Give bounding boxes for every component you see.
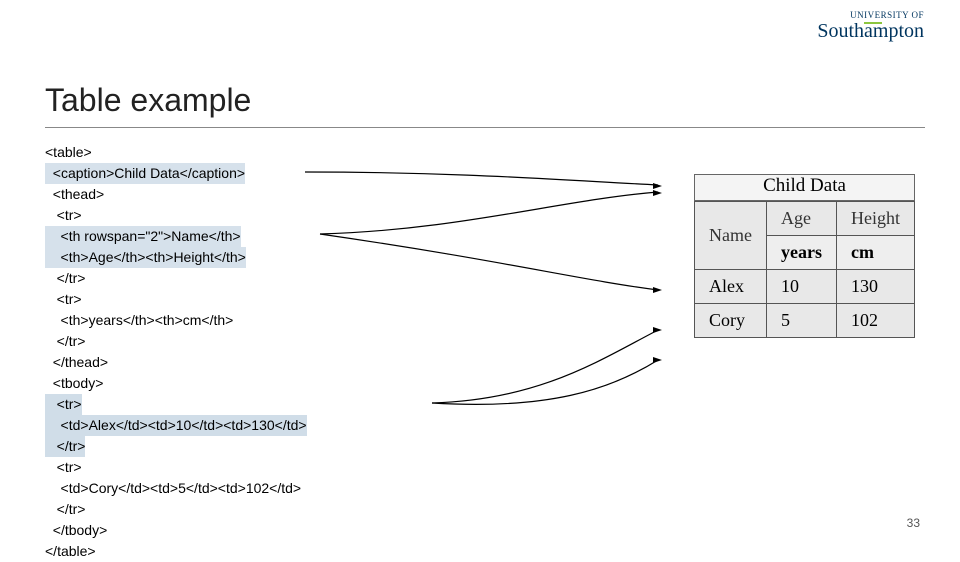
cell-name: Alex <box>695 270 767 304</box>
code-line: <tr> <box>45 457 82 478</box>
logo-accent-dash <box>864 22 882 24</box>
code-line: </tr> <box>45 499 85 520</box>
code-line: </tr> <box>45 268 85 289</box>
code-line-caption: <caption>Child Data</caption> <box>45 163 245 184</box>
th-height-unit: cm <box>837 236 915 270</box>
code-line: </table> <box>45 541 96 562</box>
cell-age: 5 <box>767 304 837 338</box>
university-logo: UNIVERSITY OF Southampton <box>817 10 924 43</box>
code-line-th-name: <th rowspan="2">Name</th> <box>45 226 241 247</box>
slide-title: Table example <box>45 82 251 119</box>
code-line-th-ageheight: <th>Age</th><th>Height</th> <box>45 247 246 268</box>
table-row: Alex 10 130 <box>695 270 915 304</box>
logo-top-text: UNIVERSITY OF <box>817 10 924 20</box>
code-example: <table> <caption>Child Data</caption> <t… <box>45 142 307 562</box>
table-row: Cory 5 102 <box>695 304 915 338</box>
code-line: <thead> <box>45 184 104 205</box>
code-line: <tbody> <box>45 373 103 394</box>
title-underline <box>45 127 925 128</box>
code-line-tr-close: </tr> <box>45 436 85 457</box>
code-line: <td>Cory</td><td>5</td><td>102</td> <box>45 478 301 499</box>
code-line: </tbody> <box>45 520 107 541</box>
th-name: Name <box>695 202 767 270</box>
table-header-row: Name Age Height <box>695 202 915 236</box>
th-age: Age <box>767 202 837 236</box>
logo-main-text: Southampton <box>817 20 924 43</box>
cell-height: 102 <box>837 304 915 338</box>
cell-name: Cory <box>695 304 767 338</box>
code-line: <table> <box>45 142 92 163</box>
code-line: <tr> <box>45 289 82 310</box>
code-line-tr-open: <tr> <box>45 394 82 415</box>
code-line: </thead> <box>45 352 108 373</box>
cell-height: 130 <box>837 270 915 304</box>
th-age-unit: years <box>767 236 837 270</box>
code-line: <th>years</th><th>cm</th> <box>45 310 233 331</box>
cell-age: 10 <box>767 270 837 304</box>
rendered-table: Child Data Name Age Height years cm Alex… <box>694 174 915 338</box>
page-number: 33 <box>907 516 920 530</box>
table-caption: Child Data <box>694 174 915 201</box>
th-height: Height <box>837 202 915 236</box>
code-line: </tr> <box>45 331 85 352</box>
code-line: <tr> <box>45 205 82 226</box>
code-line-row-alex: <td>Alex</td><td>10</td><td>130</td> <box>45 415 307 436</box>
